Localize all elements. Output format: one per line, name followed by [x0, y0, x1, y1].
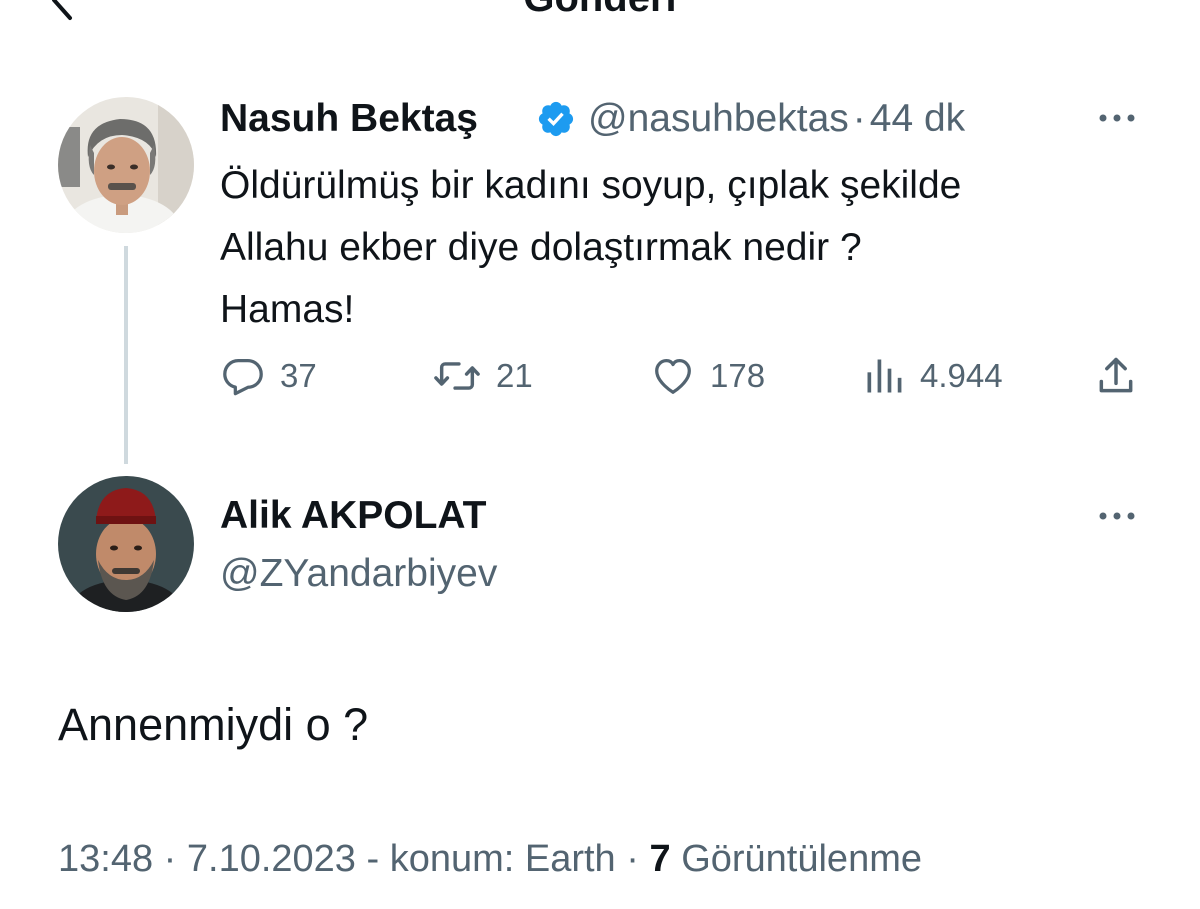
- retweet-icon: [434, 362, 480, 390]
- more-horizontal-icon: [1099, 114, 1135, 122]
- page-title: Gönderi: [0, 0, 1200, 20]
- views-label: Görüntülenme: [681, 838, 922, 880]
- reply-tweet-body: Annenmiydi o ?: [58, 699, 369, 750]
- author-handle[interactable]: @nasuhbektas · 44 dk: [588, 97, 965, 141]
- reply-button[interactable]: 37: [220, 354, 317, 398]
- like-button[interactable]: 178: [650, 354, 765, 398]
- like-count: 178: [710, 357, 766, 394]
- reply-author-handle[interactable]: @ZYandarbiyev: [220, 552, 497, 596]
- verified-badge-icon: [538, 101, 574, 137]
- tweet-text-line: Allahu ekber diye dolaştırmak nedir ?: [220, 226, 862, 269]
- reply-author-name[interactable]: Alik AKPOLAT: [220, 494, 487, 538]
- tweet-timestamp[interactable]: 13:48: [58, 838, 153, 880]
- reply-more-options-button[interactable]: [1095, 506, 1139, 526]
- reply-icon: [223, 359, 263, 396]
- separator-dot: ·: [163, 838, 177, 880]
- view-count: 4.944: [920, 357, 1003, 394]
- top-bar: Gönderi: [0, 0, 1200, 30]
- tweet-date-location[interactable]: 7.10.2023 - konum: Earth: [187, 838, 616, 880]
- share-icon: [1099, 357, 1133, 393]
- analytics-bars-icon: [867, 359, 902, 393]
- tweet-text-line: Hamas!: [220, 288, 355, 331]
- more-options-button[interactable]: [1095, 108, 1139, 128]
- avatar-nasuh-bektas[interactable]: [58, 97, 194, 233]
- tweet-meta: 13:48 · 7.10.2023 - konum: Earth · 7 Gör…: [58, 836, 922, 882]
- views-button[interactable]: 4.944: [862, 354, 1003, 398]
- tweet-time[interactable]: 44 dk: [870, 97, 965, 140]
- handle-text: @nasuhbektas: [588, 97, 849, 140]
- author-name[interactable]: Nasuh Bektaş: [220, 97, 478, 141]
- retweet-count: 21: [496, 357, 533, 394]
- tweet-text-line: Öldürülmüş bir kadını soyup, çıplak şeki…: [220, 164, 962, 207]
- retweet-button[interactable]: 21: [432, 354, 533, 398]
- avatar-image: [58, 97, 194, 233]
- avatar-alik-akpolat[interactable]: [58, 476, 194, 612]
- separator-dot: ·: [626, 838, 639, 880]
- share-button[interactable]: [1094, 354, 1138, 398]
- more-horizontal-icon: [1099, 512, 1135, 520]
- reply-count: 37: [280, 357, 317, 394]
- thread-connector-line: [124, 246, 128, 464]
- heart-icon: [655, 359, 691, 394]
- views-count: 7: [649, 838, 671, 880]
- avatar-image: [58, 476, 194, 612]
- tweet-body: Öldürülmüş bir kadını soyup, çıplak şeki…: [220, 155, 1160, 341]
- separator-dot: ·: [852, 97, 866, 140]
